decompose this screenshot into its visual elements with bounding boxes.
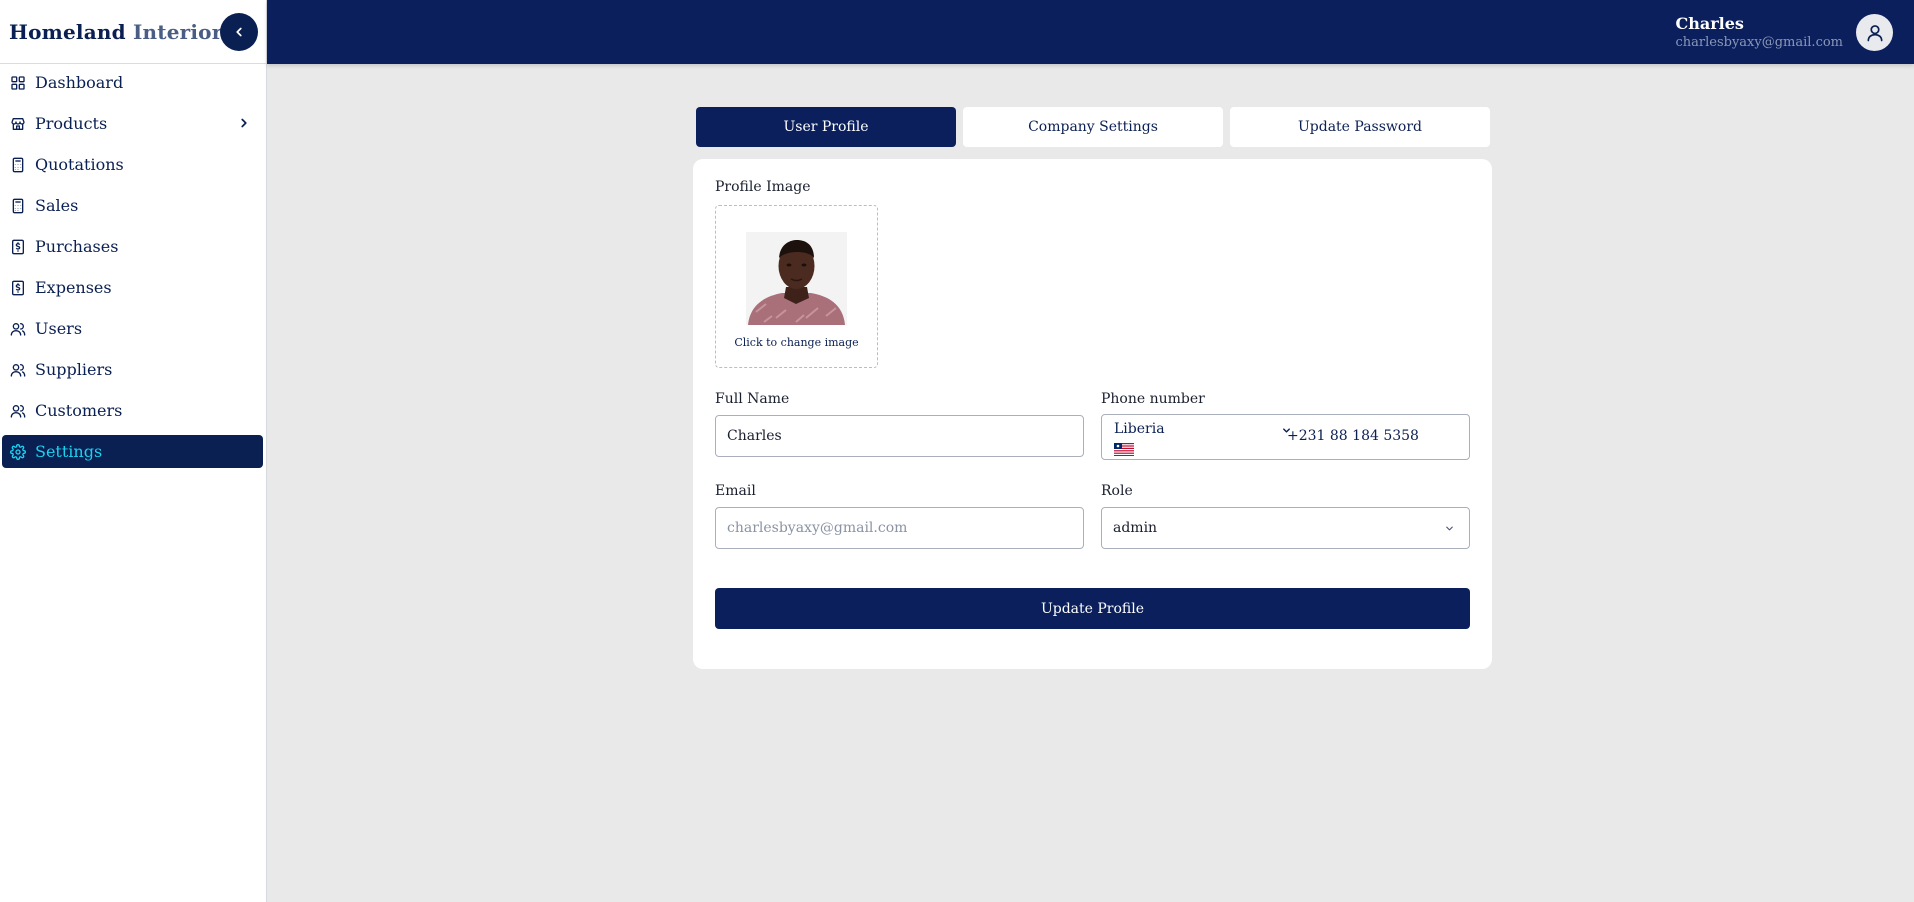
phone-field: Liberia +231 88 184 5358	[1101, 414, 1470, 460]
sidebar-item-label: Users	[35, 319, 83, 338]
user-email: charlesbyaxy@gmail.com	[1675, 35, 1843, 50]
top-header: Charles charlesbyaxy@gmail.com	[267, 0, 1914, 64]
update-profile-button[interactable]: Update Profile	[715, 588, 1470, 629]
chevron-right-icon	[241, 118, 247, 128]
profile-photo	[746, 232, 847, 325]
users-icon	[9, 320, 27, 338]
role-label: Role	[1101, 483, 1133, 499]
sidebar-item-purchases[interactable]: Purchases	[2, 230, 263, 263]
country-select[interactable]: Liberia	[1114, 419, 1290, 456]
sidebar-item-expenses[interactable]: Expenses	[2, 271, 263, 304]
country-name: Liberia	[1114, 421, 1165, 437]
sidebar-item-users[interactable]: Users	[2, 312, 263, 345]
phone-label: Phone number	[1101, 391, 1205, 407]
sidebar-nav: Dashboard Products Quotations Sales Purc…	[0, 64, 266, 468]
sidebar-item-quotations[interactable]: Quotations	[2, 148, 263, 181]
profile-image-upload[interactable]: Click to change image	[715, 205, 878, 368]
profile-image-label: Profile Image	[715, 179, 811, 195]
brand-logo[interactable]: Homeland Interiors	[9, 20, 234, 44]
users-icon	[9, 402, 27, 420]
store-icon	[9, 115, 27, 133]
sidebar-item-label: Sales	[35, 196, 79, 215]
calculator-icon	[9, 156, 27, 174]
user-info: Charles charlesbyaxy@gmail.com	[1675, 14, 1843, 52]
user-avatar-button[interactable]	[1856, 14, 1893, 51]
change-image-caption: Click to change image	[734, 336, 859, 349]
brand-name-part2: Interiors	[132, 19, 234, 44]
grid-icon	[9, 74, 27, 92]
sidebar: Homeland Interiors Dashboard Products Qu…	[0, 0, 267, 902]
user-name: Charles	[1675, 14, 1744, 33]
sidebar-item-dashboard[interactable]: Dashboard	[2, 66, 263, 99]
user-icon	[1867, 24, 1882, 41]
sidebar-item-label: Customers	[35, 401, 123, 420]
full-name-input[interactable]: Charles	[715, 415, 1084, 457]
chevron-left-icon	[236, 27, 242, 37]
phone-number-input[interactable]: +231 88 184 5358	[1287, 428, 1419, 444]
tab-user-profile[interactable]: User Profile	[696, 107, 956, 147]
email-label: Email	[715, 483, 756, 499]
gear-icon	[9, 443, 27, 461]
liberia-flag-icon	[1114, 443, 1134, 456]
sidebar-item-label: Suppliers	[35, 360, 113, 379]
users-icon	[9, 361, 27, 379]
sidebar-item-label: Settings	[35, 442, 103, 461]
dollar-receipt-icon	[9, 279, 27, 297]
sidebar-item-label: Products	[35, 114, 108, 133]
sidebar-item-sales[interactable]: Sales	[2, 189, 263, 222]
brand: Homeland Interiors	[0, 0, 266, 64]
sidebar-item-products[interactable]: Products	[2, 107, 263, 140]
sidebar-item-label: Expenses	[35, 278, 112, 297]
tab-update-password[interactable]: Update Password	[1230, 107, 1490, 147]
collapse-sidebar-button[interactable]	[220, 13, 258, 51]
email-input[interactable]: charlesbyaxy@gmail.com	[715, 507, 1084, 549]
settings-tabs: User Profile Company Settings Update Pas…	[696, 107, 1490, 147]
sidebar-item-suppliers[interactable]: Suppliers	[2, 353, 263, 386]
full-name-label: Full Name	[715, 391, 790, 407]
calculator-icon	[9, 197, 27, 215]
tab-company-settings[interactable]: Company Settings	[963, 107, 1223, 147]
role-select[interactable]: admin	[1101, 507, 1470, 549]
brand-name-part1: Homeland	[9, 19, 126, 44]
sidebar-item-customers[interactable]: Customers	[2, 394, 263, 427]
chevron-down-icon	[1446, 526, 1453, 531]
sidebar-item-label: Quotations	[35, 155, 124, 174]
sidebar-item-label: Purchases	[35, 237, 119, 256]
role-value: admin	[1113, 520, 1158, 536]
dollar-receipt-icon	[9, 238, 27, 256]
profile-form-card: Profile Image Click to change image Full…	[693, 159, 1492, 669]
sidebar-item-label: Dashboard	[35, 73, 124, 92]
sidebar-item-settings[interactable]: Settings	[2, 435, 263, 468]
